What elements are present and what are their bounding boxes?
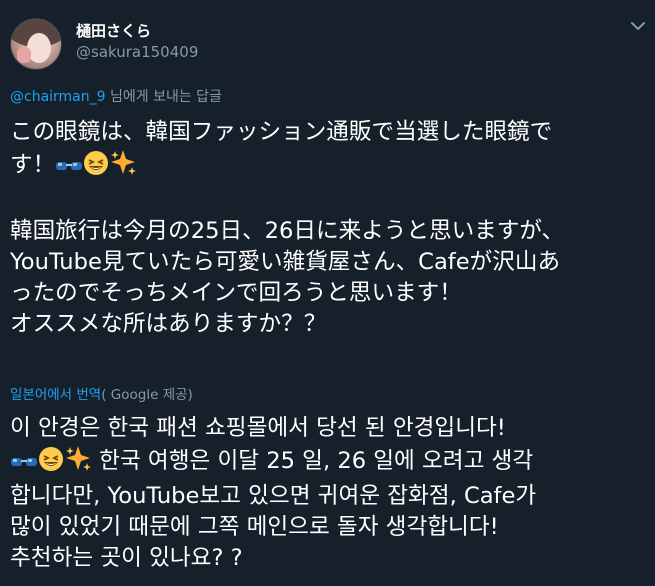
sunglasses-icon — [55, 154, 83, 185]
reply-context: @chairman_9 님에게 보내는 답글 — [10, 86, 222, 106]
display-name[interactable]: 樋田さくら — [76, 20, 151, 41]
tweet-line: す！ — [10, 152, 56, 178]
tweet-text: この眼鏡は、韓国ファッション通販で当選した眼鏡で す！ 韓国旅行は今月の25日、… — [10, 117, 650, 340]
translated-text: 이 안경은 한국 패션 쇼핑몰에서 당선 된 안경입니다! 한국 여행은 이달 … — [10, 413, 650, 574]
tweet-line: この眼鏡は、韓国ファッション通販で当選した眼鏡で — [10, 119, 553, 145]
grin-sweat-icon — [38, 446, 64, 481]
avatar[interactable] — [10, 18, 62, 70]
translation-attribution: 일본어에서 번역( Google 제공) — [10, 383, 193, 403]
translated-line: 합니다만, YouTube보고 있으면 귀여운 잡화점, Cafe가 — [10, 483, 537, 509]
user-handle[interactable]: @sakura150409 — [76, 43, 198, 61]
translation-provider: ( Google 제공) — [101, 387, 193, 403]
translate-link[interactable]: 일본어에서 번역 — [10, 387, 101, 403]
tweet-line: オススメな所はありますか？？ — [10, 311, 327, 337]
mention-link[interactable]: @chairman_9 — [10, 89, 106, 105]
sparkles-icon — [64, 444, 92, 481]
tweet-header: 樋田さくら @sakura150409 — [0, 0, 655, 78]
tweet-line: ったのでそっちメインで回ろうと思います！ — [10, 280, 462, 306]
reply-suffix: 님에게 보내는 답글 — [105, 89, 222, 105]
chevron-down-icon[interactable] — [628, 18, 648, 34]
translated-line: 이 안경은 한국 패션 쇼핑몰에서 당선 된 안경입니다! — [10, 415, 506, 441]
sparkles-icon — [109, 148, 137, 185]
tweet-line: 韓国旅行は今月の25日、26日に来ようと思いますが、 — [10, 218, 565, 244]
translated-line: 많이 있었기 때문에 그쪽 메인으로 돌자 생각합니다! — [10, 514, 499, 540]
tweet-line: YouTube見ていたら可愛い雑貨屋さん、Cafeが沢山あ — [10, 249, 561, 275]
translated-line: 한국 여행은 이달 25 일, 26 일에 오려고 생각 — [92, 448, 534, 474]
sunglasses-icon — [10, 450, 38, 481]
grin-sweat-icon — [83, 150, 109, 185]
translated-line: 추천하는 곳이 있나요? ? — [10, 545, 243, 571]
